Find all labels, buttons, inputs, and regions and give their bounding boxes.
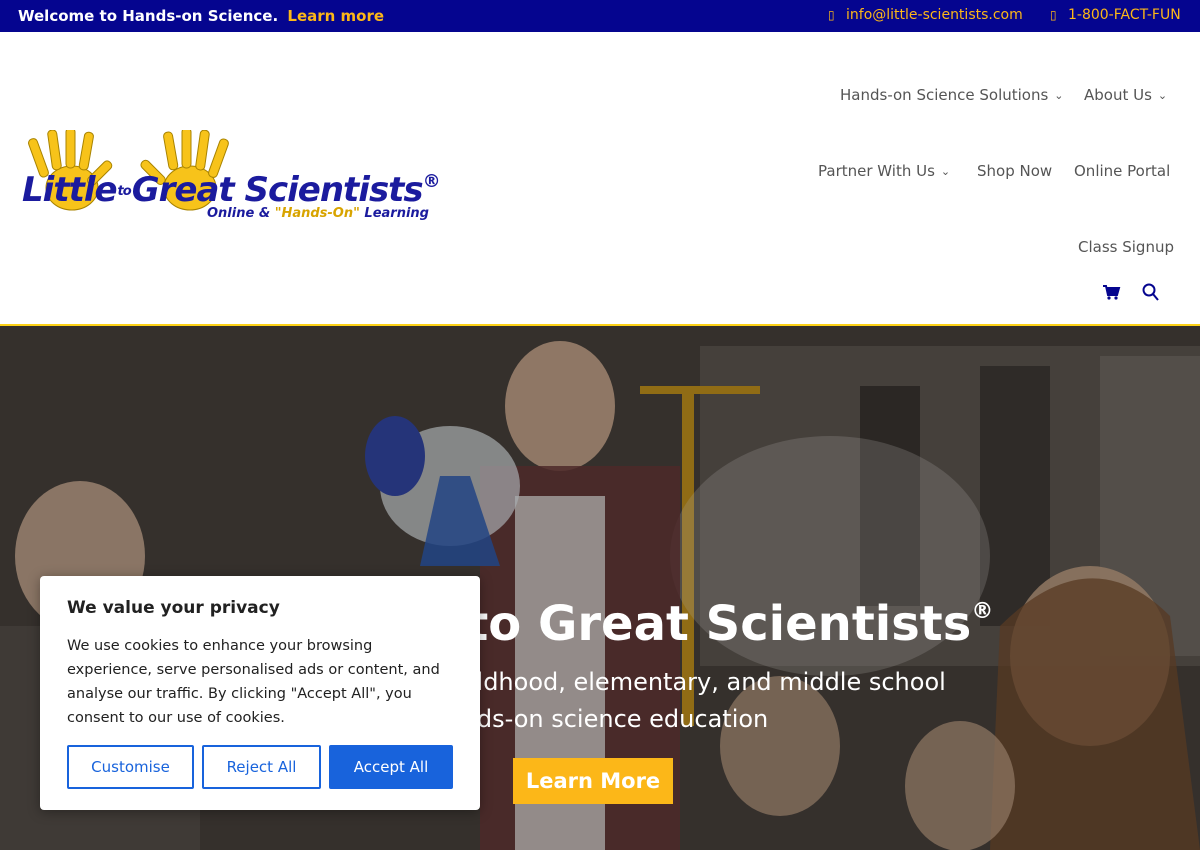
- nav-partner-with-us[interactable]: Partner With Us ⌄: [818, 162, 950, 180]
- nav-about-us[interactable]: About Us ⌄: [1084, 86, 1167, 104]
- chevron-down-icon: ⌄: [1054, 89, 1064, 102]
- email-text: info@little-scientists.com: [846, 7, 1023, 23]
- nav-label: Hands-on Science Solutions: [840, 86, 1049, 104]
- nav-label: Partner With Us: [818, 162, 935, 180]
- email-link[interactable]: ▯ info@little-scientists.com: [828, 7, 1023, 23]
- phone-link[interactable]: ▯ 1-800-FACT-FUN: [1050, 7, 1181, 23]
- phone-icon: ▯: [1050, 8, 1057, 22]
- reject-all-button[interactable]: Reject All: [202, 745, 321, 789]
- search-icon[interactable]: [1140, 282, 1160, 302]
- logo-wordmark: LittletoGreat Scientists®: [22, 170, 441, 210]
- top-announcement-bar: Welcome to Hands-on Science. Learn more …: [0, 0, 1200, 32]
- cookie-consent-dialog: We value your privacy We use cookies to …: [40, 576, 480, 810]
- logo-tagline: Online & "Hands-On" Learning: [207, 206, 429, 221]
- chevron-down-icon: ⌄: [1157, 89, 1168, 102]
- cart-icon[interactable]: [1101, 282, 1121, 302]
- site-logo[interactable]: LittletoGreat Scientists® Online & "Hand…: [20, 130, 441, 230]
- nav-shop-now[interactable]: Shop Now: [977, 162, 1052, 180]
- hero-learn-more-button[interactable]: Learn More: [513, 758, 673, 804]
- envelope-icon: ▯: [828, 8, 835, 22]
- site-header: LittletoGreat Scientists® Online & "Hand…: [0, 32, 1200, 326]
- customise-button[interactable]: Customise: [67, 745, 194, 789]
- accept-all-button[interactable]: Accept All: [329, 745, 453, 789]
- nav-class-signup[interactable]: Class Signup: [1078, 238, 1174, 256]
- cookie-body: We use cookies to enhance your browsing …: [67, 638, 440, 726]
- phone-text: 1-800-FACT-FUN: [1068, 7, 1181, 23]
- welcome-text: Welcome to Hands-on Science.: [18, 7, 279, 25]
- nav-online-portal[interactable]: Online Portal: [1074, 162, 1170, 180]
- welcome-message: Welcome to Hands-on Science. Learn more: [18, 7, 384, 25]
- nav-hands-on-science-solutions[interactable]: Hands-on Science Solutions ⌄: [840, 86, 1064, 104]
- cookie-title: We value your privacy: [67, 598, 280, 618]
- nav-label: About Us: [1084, 86, 1152, 104]
- chevron-down-icon: ⌄: [940, 165, 951, 178]
- learn-more-link[interactable]: Learn more: [287, 7, 384, 25]
